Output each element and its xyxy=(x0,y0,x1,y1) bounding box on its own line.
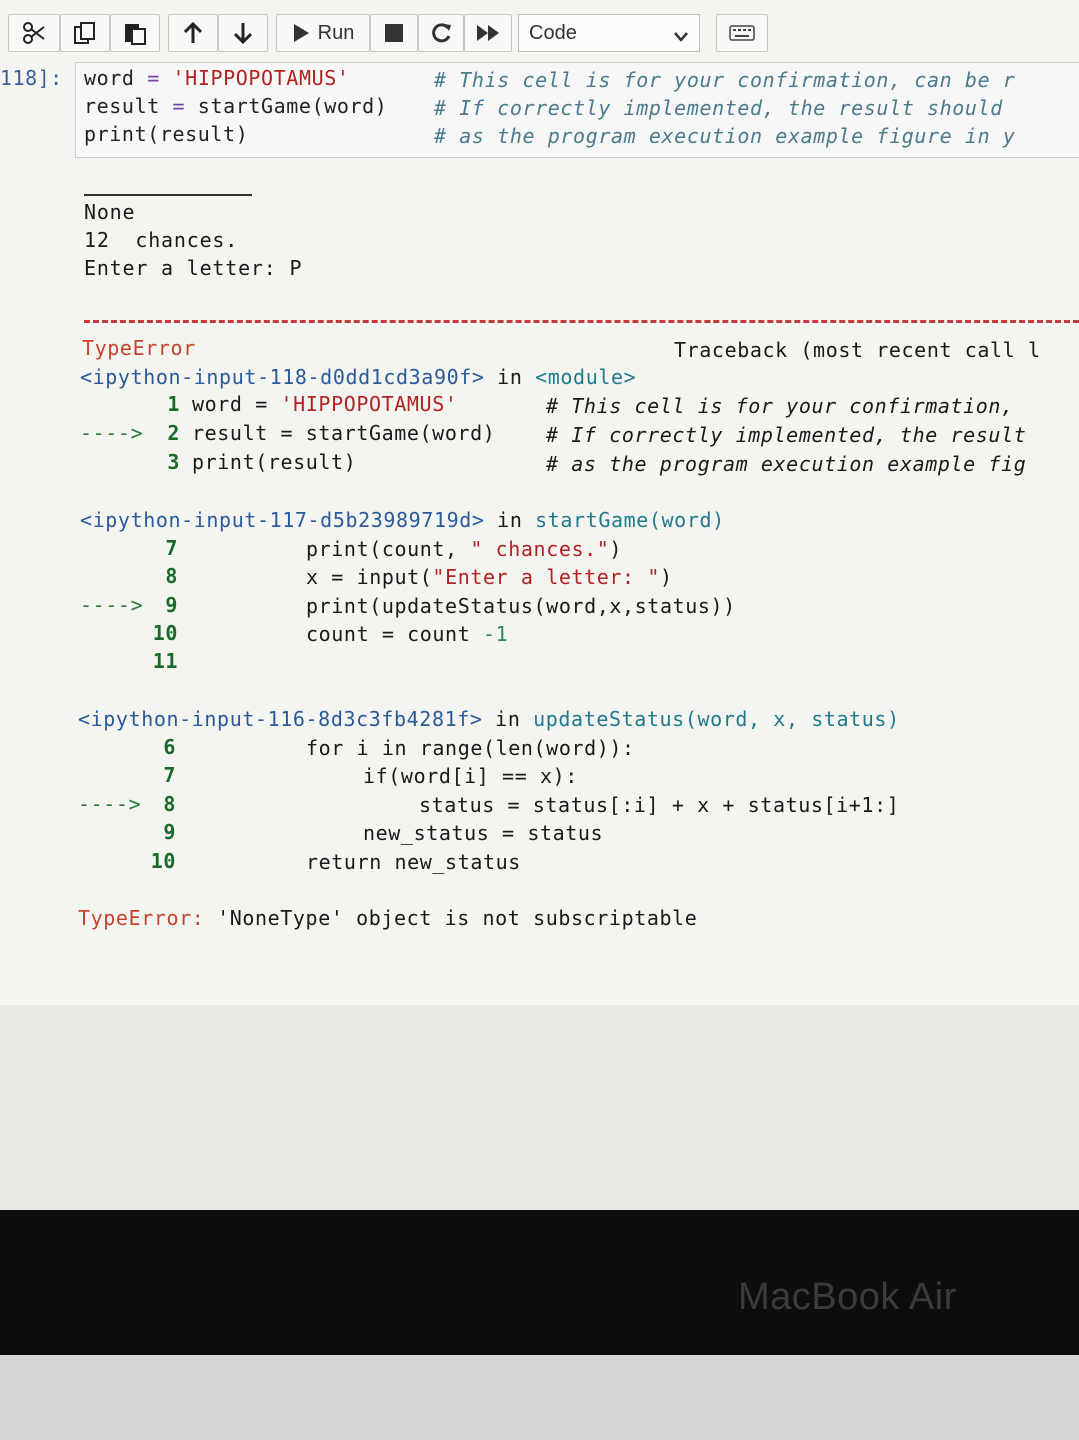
traceback-code: return new_status xyxy=(306,850,521,874)
traceback-comment: # If correctly implemented, the result xyxy=(546,423,1027,447)
stop-icon xyxy=(385,24,403,42)
output-line: 12 chances. xyxy=(84,228,239,252)
traceback-code: x = input("Enter a letter: ") xyxy=(306,565,673,589)
traceback-line-number: 2 xyxy=(167,421,180,445)
code-line: word = 'HIPPOPOTAMUS' xyxy=(84,66,350,90)
move-down-button[interactable] xyxy=(218,14,268,52)
play-icon xyxy=(292,23,310,43)
copy-button[interactable] xyxy=(60,14,110,52)
error-message: TypeError: 'NoneType' object is not subs… xyxy=(78,906,698,930)
traceback-code: print(result) xyxy=(192,450,357,474)
traceback-divider xyxy=(84,320,1079,323)
copy-icon xyxy=(73,21,97,45)
cell-type-select[interactable]: Code xyxy=(518,14,700,52)
traceback-code: new_status = status xyxy=(363,821,604,845)
traceback-line-number: 3 xyxy=(167,450,180,474)
traceback-code: word = 'HIPPOPOTAMUS' xyxy=(192,392,458,416)
cut-button[interactable] xyxy=(8,14,60,52)
run-button[interactable]: Run xyxy=(276,14,370,52)
code-line: result = startGame(word) xyxy=(84,94,401,118)
traceback-code: count = count -1 xyxy=(306,622,509,646)
traceback-line-number: 8 xyxy=(163,792,176,816)
cell-prompt: 118]: xyxy=(0,66,63,90)
traceback-code: print(count, " chances.") xyxy=(306,537,623,561)
output-separator xyxy=(84,194,252,196)
code-line: print(result) xyxy=(84,122,249,146)
traceback-code: if(word[i] == x): xyxy=(363,764,578,788)
traceback-code: print(updateStatus(word,x,status)) xyxy=(306,594,736,618)
code-comment: # If correctly implemented, the result s… xyxy=(434,96,1003,120)
interrupt-button[interactable] xyxy=(370,14,418,52)
traceback-line-number: 7 xyxy=(165,536,178,560)
code-comment: # as the program execution example figur… xyxy=(434,124,1016,148)
traceback-code: for i in range(len(word)): xyxy=(306,736,635,760)
notebook-screen: Run Code 118]: word = 'HIPPOPOTAMUS' # T… xyxy=(0,0,1079,1210)
cell-type-value: Code xyxy=(529,21,577,44)
output-line: Enter a letter: P xyxy=(84,256,303,280)
paste-icon xyxy=(123,21,147,45)
traceback-header: Traceback (most recent call l xyxy=(674,338,1041,362)
output-line: None xyxy=(84,200,136,224)
traceback-line-number: 10 xyxy=(152,621,178,645)
fast-forward-icon xyxy=(476,24,500,42)
code-comment: # This cell is for your confirmation, ca… xyxy=(434,68,1016,92)
laptop-base xyxy=(0,1355,1079,1440)
traceback-line-number: 1 xyxy=(167,392,180,416)
run-label: Run xyxy=(317,21,355,44)
traceback-code: result = startGame(word) xyxy=(192,421,509,445)
traceback-line-number: 9 xyxy=(163,820,176,844)
arrow-down-icon xyxy=(233,22,253,44)
device-brand-label: MacBook Air xyxy=(738,1276,957,1318)
traceback-line-number: 10 xyxy=(150,849,176,873)
traceback-frame-header: <ipython-input-117-d5b23989719d> in star… xyxy=(80,508,725,532)
traceback-code: status = status[:i] + x + status[i+1:] xyxy=(419,793,900,817)
notebook-toolbar: Run Code xyxy=(0,12,1079,56)
paste-button[interactable] xyxy=(110,14,160,52)
chevron-down-icon xyxy=(673,26,689,49)
traceback-frame-header: <ipython-input-118-d0dd1cd3a90f> in <mod… xyxy=(80,365,637,389)
notebook-empty-area xyxy=(0,1005,1079,1210)
traceback-line-number: 11 xyxy=(152,649,178,673)
run-all-button[interactable] xyxy=(464,14,512,52)
scissors-icon xyxy=(22,22,46,44)
move-up-button[interactable] xyxy=(168,14,218,52)
traceback-comment: # This cell is for your confirmation, xyxy=(546,394,1014,418)
traceback-line-number: 9 xyxy=(165,593,178,617)
traceback-frame-header: <ipython-input-116-8d3c3fb4281f> in upda… xyxy=(78,707,900,731)
arrow-up-icon xyxy=(183,22,203,44)
traceback-error-name: TypeError xyxy=(82,336,196,360)
keyboard-icon xyxy=(729,25,755,41)
traceback-line-number: 7 xyxy=(163,763,176,787)
traceback-line-number: 6 xyxy=(163,735,176,759)
command-palette-button[interactable] xyxy=(716,14,768,52)
traceback-comment: # as the program execution example fig xyxy=(546,452,1027,476)
restart-icon xyxy=(430,22,452,44)
traceback-line-number: 8 xyxy=(165,564,178,588)
restart-button[interactable] xyxy=(418,14,464,52)
